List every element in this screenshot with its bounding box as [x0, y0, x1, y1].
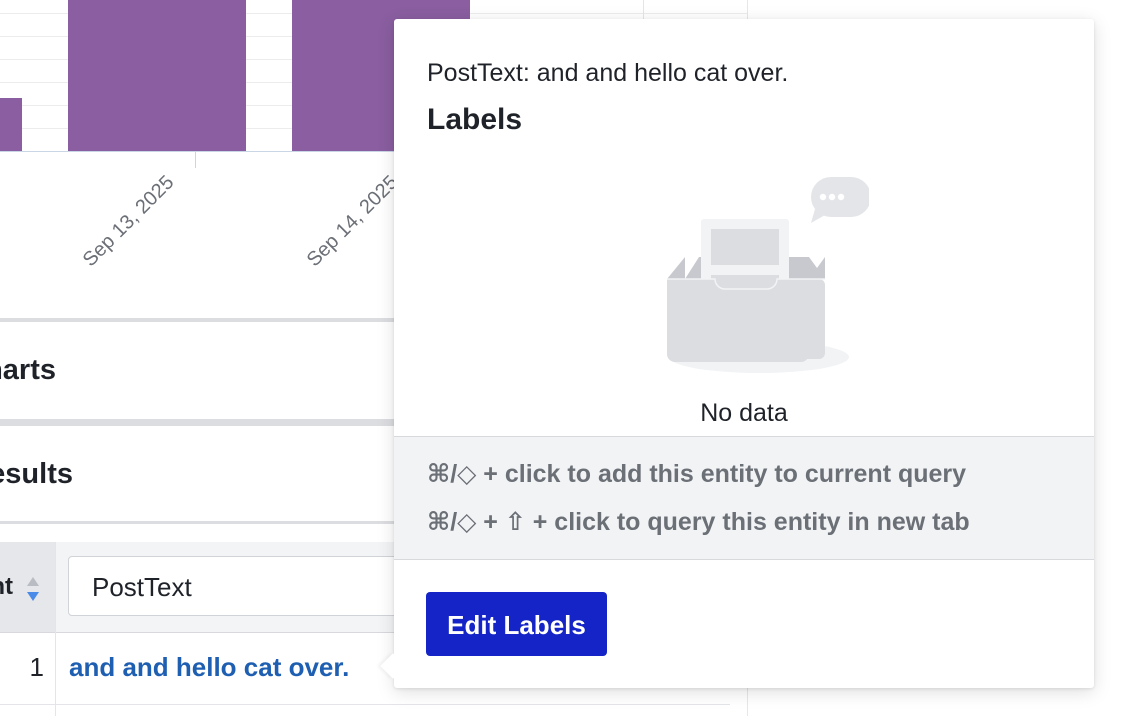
panel-divider	[643, 0, 644, 20]
section-separator	[0, 521, 395, 524]
x-axis-tick	[195, 152, 196, 168]
section-separator	[0, 318, 395, 322]
count-column-header[interactable]: Count	[0, 542, 55, 633]
posttext-filter-input[interactable]: PostText	[68, 556, 408, 616]
entity-popover: PostText: and and hello cat over. Labels…	[380, 19, 1094, 688]
x-axis-line	[0, 151, 395, 152]
empty-state-text: No data	[700, 399, 788, 427]
chart-bar[interactable]	[0, 98, 22, 151]
results-section-title[interactable]: Results	[0, 458, 73, 494]
charts-section-title[interactable]: Charts	[0, 354, 56, 390]
posttext-entity-link[interactable]: and and hello cat over.	[69, 652, 349, 683]
labels-heading: Labels	[427, 103, 523, 136]
popover-posttext: PostText: and and hello cat over.	[427, 59, 789, 87]
shortcut-hints: ⌘/◇ + click to add this entity to curren…	[394, 436, 1094, 560]
chart-bar[interactable]	[68, 0, 246, 151]
results-section-label: Results	[0, 458, 73, 490]
edit-labels-button[interactable]: Edit Labels	[426, 592, 607, 656]
hint-add-to-query: ⌘/◇ + click to add this entity to curren…	[427, 460, 967, 488]
x-tick-label: Sep 14, 2025	[302, 171, 403, 272]
section-separator	[0, 419, 395, 426]
empty-inbox-icon	[667, 177, 869, 373]
sort-toggle-icon[interactable]	[25, 575, 41, 603]
x-tick-label: Sep 13, 2025	[78, 171, 179, 272]
hint-query-new-tab: ⌘/◇ + ⇧ + click to query this entity in …	[427, 508, 970, 536]
count-column-label: Count	[0, 573, 13, 600]
charts-section-label: Charts	[0, 354, 56, 386]
row-count: 1	[29, 652, 44, 682]
